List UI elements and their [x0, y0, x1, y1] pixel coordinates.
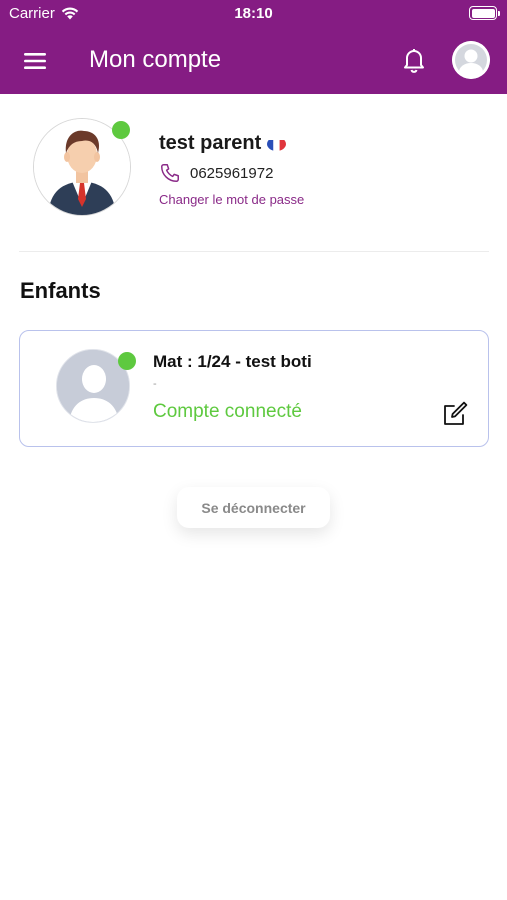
status-time: 18:10 — [234, 5, 273, 22]
profile-section: test parent 0625961972 Changer le mot de… — [0, 94, 507, 254]
bell-icon[interactable] — [398, 44, 430, 76]
app-header: Carrier 18:10 Mon compte — [0, 0, 507, 94]
user-name: test parent — [159, 132, 287, 155]
user-name-label: test parent — [159, 132, 262, 154]
phone-row: 0625961972 — [159, 162, 273, 184]
child-subtitle: - — [153, 378, 157, 390]
child-online-indicator — [118, 352, 136, 370]
france-flag-icon — [267, 137, 287, 151]
phone-number: 0625961972 — [190, 164, 274, 182]
battery-icon — [469, 6, 500, 20]
logout-button[interactable]: Se déconnecter — [177, 487, 330, 528]
hamburger-menu-icon[interactable] — [20, 47, 50, 75]
divider — [19, 251, 489, 252]
child-status: Compte connecté — [153, 401, 302, 422]
page-title: Mon compte — [89, 46, 222, 73]
status-bar: Carrier 18:10 — [0, 0, 507, 28]
online-indicator — [112, 121, 130, 139]
edit-icon[interactable] — [440, 401, 468, 429]
change-password-link[interactable]: Changer le mot de passe — [159, 192, 304, 207]
child-card[interactable]: Mat : 1/24 - test boti - Compte connecté — [19, 330, 489, 447]
user-avatar-icon[interactable] — [452, 41, 490, 79]
children-section-title: Enfants — [20, 278, 101, 303]
nav-bar: Mon compte — [0, 28, 507, 94]
phone-icon — [161, 164, 179, 182]
child-name: Mat : 1/24 - test boti — [153, 352, 312, 371]
